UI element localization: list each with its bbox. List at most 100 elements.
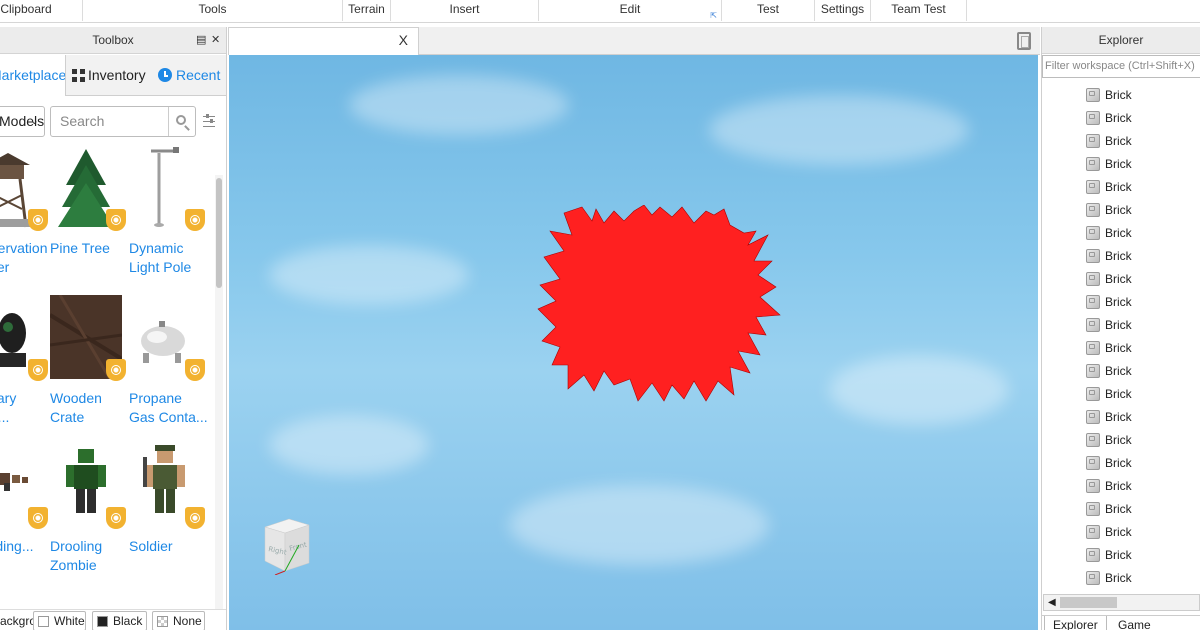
tree-item-brick[interactable]: Brick [1044,199,1194,222]
category-select[interactable]: Models ⌄ [0,106,45,137]
ribbon-edit-label: Edit [619,2,641,16]
red-spiky-part[interactable] [534,205,794,405]
ribbon-settings[interactable]: Settings [815,0,871,21]
expand-icon[interactable]: ⇱ [710,6,717,25]
tab-inventory[interactable]: Inventory [66,55,152,96]
ribbon-terrain[interactable]: Terrain [343,0,391,21]
ribbon-team-test[interactable]: Team Test [871,0,967,21]
tree-item-brick[interactable]: Brick [1044,245,1194,268]
filter-placeholder: Filter workspace (Ctrl+Shift+X) [1045,60,1195,72]
view-selector-cube[interactable]: Right Front [259,515,315,576]
tree-item-label: Brick [1105,226,1132,240]
tree-item-brick[interactable]: Brick [1044,429,1194,452]
brick-icon [1086,410,1100,424]
ribbon-clipboard[interactable]: Clipboard [0,0,83,21]
explorer-horizontal-scrollbar[interactable]: ◀ [1043,594,1200,611]
item-name: Observation Tower [0,240,48,275]
toolbox-item[interactable]: Dynamic Light Pole [129,145,209,285]
toolbox-item[interactable]: Building... [0,443,52,583]
tree-item-brick[interactable]: Brick [1044,406,1194,429]
brick-icon [1086,571,1100,585]
cloud [269,415,429,475]
tab-game[interactable]: Game [1110,616,1159,630]
tree-item-brick[interactable]: Brick [1044,475,1194,498]
tree-item-brick[interactable]: Brick [1044,176,1194,199]
ribbon: Clipboard Tools Terrain Insert Edit ⇱ Tes… [0,0,1200,23]
toolbox-scrollbar[interactable] [215,175,223,615]
tree-item-brick[interactable]: Brick [1044,84,1194,107]
toolbox-item[interactable]: Soldier [129,443,209,583]
tree-item-brick[interactable]: Brick [1044,222,1194,245]
ribbon-insert[interactable]: Insert [391,0,539,21]
transparent-swatch-icon [157,616,168,627]
bg-none-label: None [173,614,202,628]
bg-white-button[interactable]: White [33,611,86,630]
tree-item-label: Brick [1105,479,1132,493]
tree-item-label: Brick [1105,387,1132,401]
toolbox-item[interactable]: Drooling Zombie [50,443,130,583]
viewport-3d[interactable]: Right Front [229,55,1038,630]
toolbox-item[interactable]: Wooden Crate [50,295,130,435]
undock-icon[interactable]: ▤ [196,27,206,53]
device-emulator-icon[interactable] [1017,32,1031,50]
item-name: Soldier [129,538,173,554]
toolbox-item[interactable]: Pine Tree [50,145,130,285]
tree-item-brick[interactable]: Brick [1044,291,1194,314]
tree-item-brick[interactable]: Brick [1044,360,1194,383]
badge-icon [28,209,48,231]
bg-black-button[interactable]: Black [92,611,147,630]
tab-marketplace[interactable]: Marketplace [0,55,66,96]
scrollbar-thumb[interactable] [1060,597,1117,608]
explorer-tree: Brick Brick Brick Brick Brick Brick Bric… [1044,84,1200,596]
tree-item-brick[interactable]: Brick [1044,107,1194,130]
ribbon-tools[interactable]: Tools [83,0,343,21]
filter-workspace-input[interactable]: Filter workspace (Ctrl+Shift+X) [1042,55,1200,78]
search-button[interactable] [168,107,195,136]
tree-item-label: Brick [1105,249,1132,263]
brick-icon [1086,226,1100,240]
tree-item-brick[interactable]: Brick [1044,153,1194,176]
ribbon-clipboard-label: Clipboard [0,2,52,16]
tree-item-brick[interactable]: Brick [1044,567,1194,590]
tree-item-brick[interactable]: Brick [1044,383,1194,406]
ribbon-test[interactable]: Test [722,0,815,21]
black-swatch-icon [97,616,108,627]
toolbox-item[interactable]: Observation Tower [0,145,52,285]
bg-none-button[interactable]: None [152,611,205,630]
tree-item-label: Brick [1105,318,1132,332]
tree-item-brick[interactable]: Brick [1044,314,1194,337]
tree-item-brick[interactable]: Brick [1044,544,1194,567]
search-input[interactable]: Search [50,106,196,137]
badge-icon [185,507,205,529]
tree-item-brick[interactable]: Brick [1044,130,1194,153]
scrollbar-thumb[interactable] [216,178,222,288]
close-tab-icon[interactable]: X [399,32,408,48]
toolbox-item[interactable]: Propane Gas Conta... [129,295,209,435]
tree-item-label: Brick [1105,203,1132,217]
tab-explorer-label: Explorer [1053,618,1098,630]
badge-icon [28,507,48,529]
item-name: Military Gas... [0,390,17,425]
toolbox-item[interactable]: Military Gas... [0,295,52,435]
tab-explorer[interactable]: Explorer [1044,616,1107,630]
brick-icon [1086,479,1100,493]
filter-settings-icon[interactable] [203,114,215,128]
tab-marketplace-label: Marketplace [0,67,66,83]
item-name: Drooling Zombie [50,538,103,573]
close-icon[interactable]: ✕ [211,27,220,53]
tree-item-label: Brick [1105,456,1132,470]
tab-recent[interactable]: Recent [152,55,226,96]
brick-icon [1086,364,1100,378]
tree-item-brick[interactable]: Brick [1044,452,1194,475]
tree-item-brick[interactable]: Brick [1044,521,1194,544]
ribbon-edit[interactable]: Edit ⇱ [539,0,722,21]
scroll-left-icon[interactable]: ◀ [1048,595,1056,610]
document-tab[interactable]: X [228,27,419,55]
tree-item-brick[interactable]: Brick [1044,268,1194,291]
tree-item-brick[interactable]: Brick [1044,337,1194,360]
tree-item-label: Brick [1105,433,1132,447]
brick-icon [1086,456,1100,470]
tab-game-label: Game [1118,618,1151,630]
tree-item-label: Brick [1105,111,1132,125]
tree-item-brick[interactable]: Brick [1044,498,1194,521]
